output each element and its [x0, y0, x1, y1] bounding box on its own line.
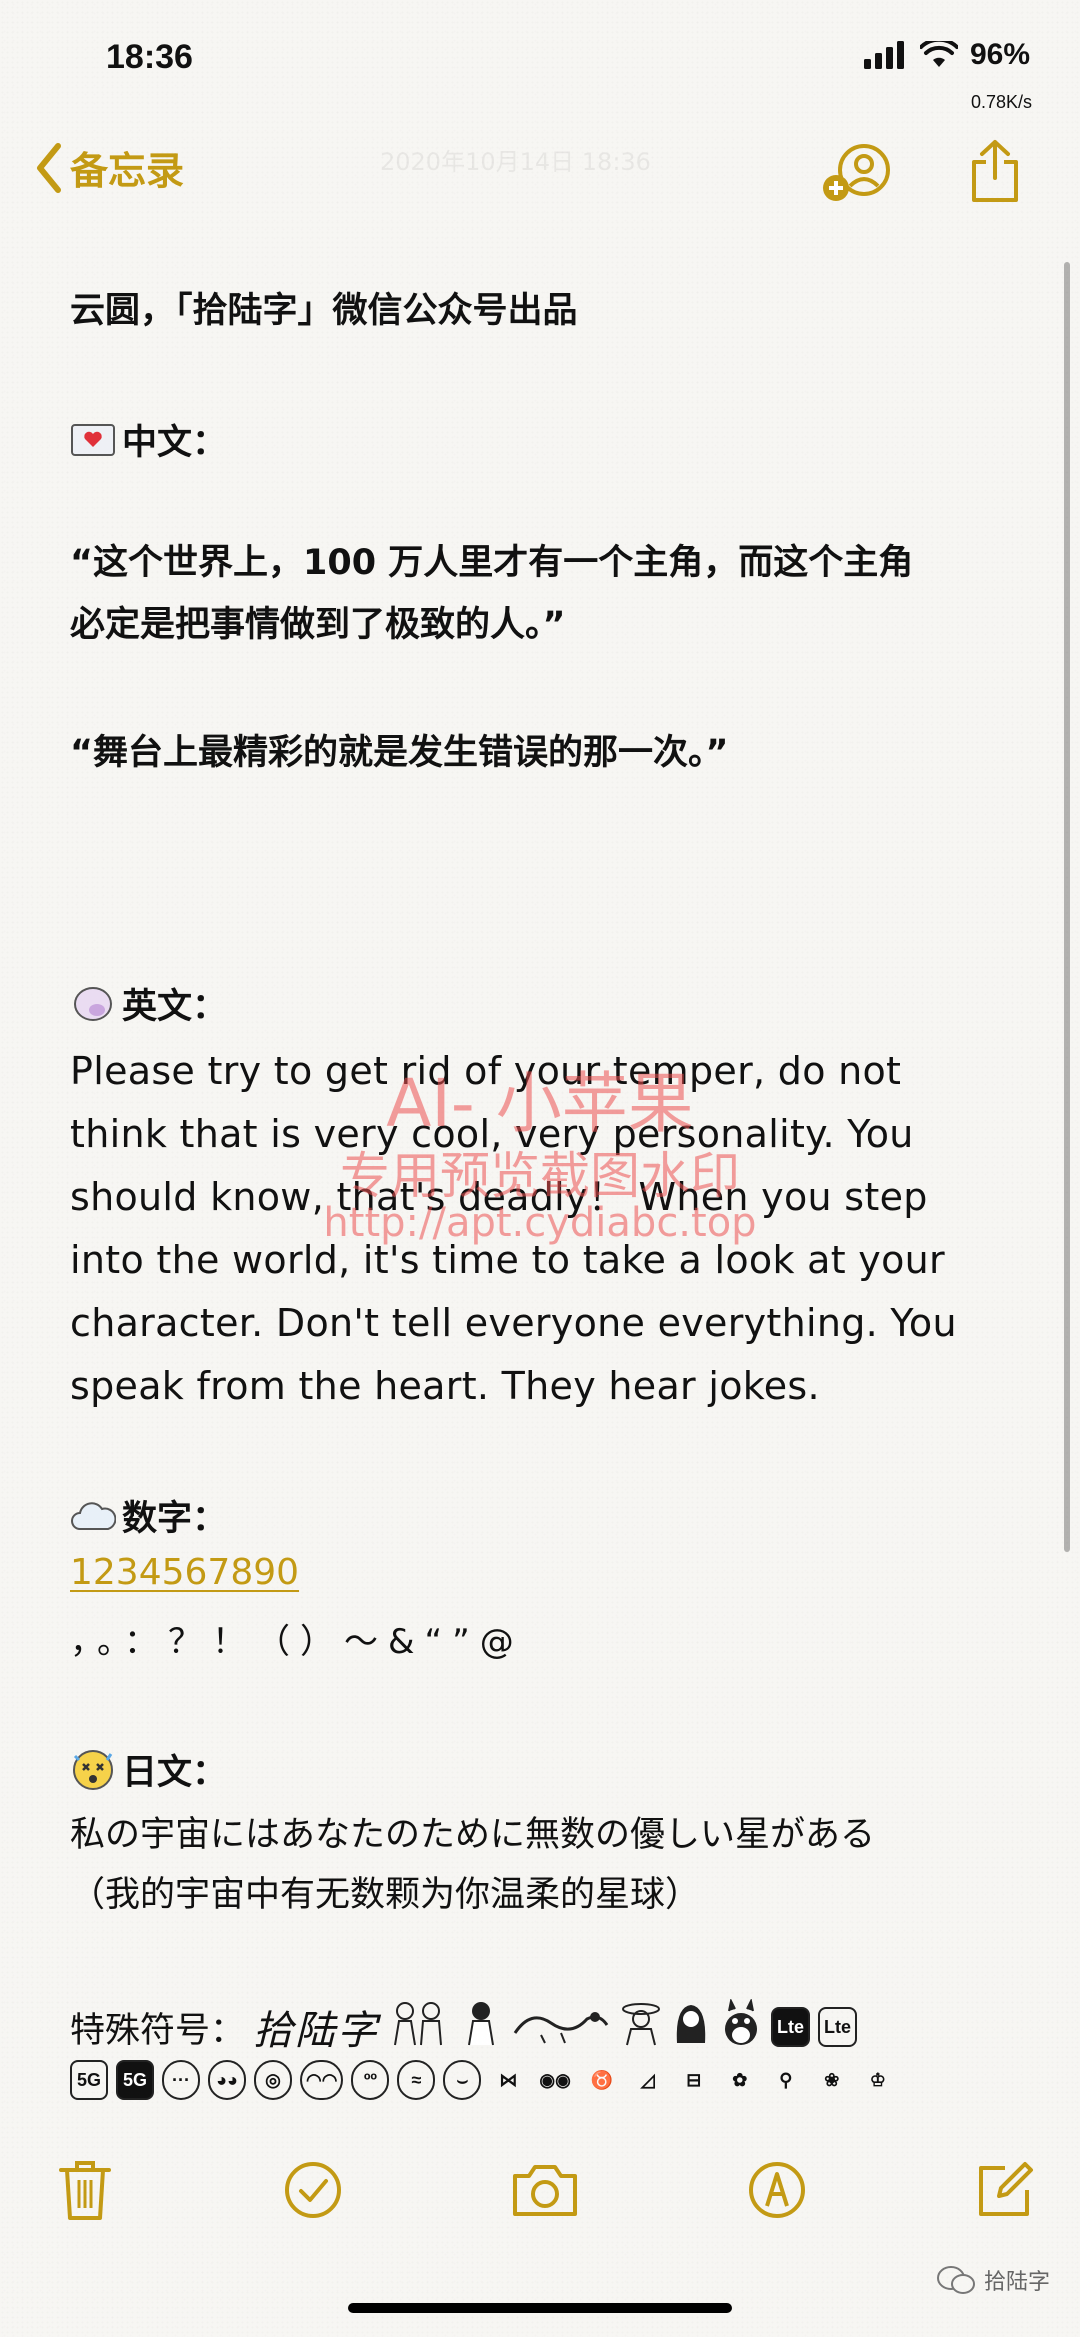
dragon-icon — [511, 1999, 611, 2056]
couple-icon — [387, 1999, 451, 2056]
digits-link[interactable]: 1234567890 — [70, 1552, 299, 1593]
mouse-icon: ♉ — [590, 2069, 614, 2090]
share-icon — [972, 140, 1018, 202]
zh-quote-1-line-2: 必定是把事情做到了极致的人。” — [70, 605, 566, 645]
markup-icon — [749, 2162, 805, 2218]
compose-button[interactable] — [970, 2155, 1040, 2225]
special-symbols-row-2: 5G 5G ··· ◕◕ ◎ ◠◠ ºº ≈ ⌣ ⋈ ◉◉ ♉ ◿ ⊟ ✿ ⚲ … — [70, 2060, 1010, 2100]
punctuation-row: ，。：？！（）～&“”@ — [70, 1622, 524, 1662]
watermark-url: http://apt.cydiabc.top — [323, 1200, 757, 1246]
wechat-icon — [936, 2266, 975, 2294]
farmer-icon — [619, 1999, 663, 2056]
5g-badge-dark: 5G — [116, 2060, 154, 2100]
digits-row: 1234567890 — [70, 1552, 1010, 1593]
english-line: character. Don't tell everyone everythin… — [70, 1301, 957, 1345]
slash-face-icon: ◿ — [640, 2069, 655, 2090]
crown-box-icon: ♔ — [869, 2069, 886, 2090]
section-japanese-label: 日文： — [122, 1753, 228, 1793]
section-chinese-header: 中文： — [70, 414, 1010, 465]
love-letter-icon — [70, 420, 116, 460]
watermark-subtitle: 专用预览截图水印 — [340, 1147, 740, 1205]
add-person-button[interactable] — [822, 140, 894, 208]
lte-badge-dark: Lte — [771, 2007, 811, 2047]
laugh-bubble-icon: ◠◠ — [300, 2060, 344, 2100]
share-button[interactable] — [966, 138, 1024, 208]
wifi-icon — [919, 41, 958, 67]
home-indicator[interactable] — [348, 2303, 732, 2313]
bow-icon: ⋈ — [499, 2069, 518, 2090]
flower-face-icon: ✿ — [732, 2069, 748, 2090]
section-english-label: 英文： — [122, 987, 228, 1027]
signal-icon — [863, 41, 904, 69]
compose-icon — [979, 2162, 1033, 2216]
section-numbers-header: 数字： — [70, 1490, 1010, 1541]
zh-quote-1-line-1: “这个世界上，100 万人里才有一个主角，而这个主角 — [70, 543, 914, 583]
swirl-bubble-icon: ◎ — [254, 2060, 292, 2100]
cloud-icon — [70, 1496, 116, 1536]
tongue-icon — [70, 984, 116, 1024]
section-chinese-label: 中文： — [122, 423, 228, 463]
trash-icon — [59, 2161, 111, 2220]
battery-percent: 96% — [969, 38, 1030, 71]
magnifier-face-icon: ⚲ — [779, 2069, 793, 2090]
section-japanese-header: 日文： — [70, 1744, 1010, 1795]
wechat-watermark: 拾陆字 — [936, 2264, 1050, 2296]
sweat-bubble-icon: ≈ — [397, 2060, 436, 2100]
long-hair-girl-icon — [671, 1999, 711, 2056]
5g-badge-outline: 5G — [70, 2060, 108, 2100]
signature-glyph: 拾陆字 — [253, 2008, 380, 2054]
wechat-label: 拾陆字 — [983, 2270, 1050, 2295]
lte-badge-outline: Lte — [818, 2007, 858, 2047]
totoro-icon — [719, 1997, 763, 2056]
note-title: 云圆，「拾陆字」微信公众号出品 — [70, 291, 578, 331]
net-speed: 0.78K/s — [970, 92, 1032, 112]
back-button[interactable]: 备忘录 — [34, 140, 184, 195]
dizzy-face-icon — [70, 1749, 116, 1790]
special-symbols-label: 特殊符号： — [70, 2010, 246, 2051]
checklist-button[interactable] — [278, 2155, 348, 2225]
status-indicators: 96% — [863, 38, 1030, 72]
lock-face-icon: ⊟ — [686, 2069, 702, 2090]
camera-button[interactable] — [510, 2155, 580, 2225]
special-symbols-row-1: 特殊符号： 拾陆字 Lte Lte — [70, 1997, 1010, 2056]
section-numbers-label: 数字： — [122, 1499, 228, 1539]
watermark-title: AI- 小苹果 — [386, 1065, 694, 1142]
cry-bubble-icon: ⌣ — [443, 2060, 482, 2100]
markup-button[interactable] — [742, 2155, 812, 2225]
add-person-icon — [823, 144, 890, 201]
pig-face-icon: ◕◕ — [208, 2060, 246, 2100]
english-line: speak from the heart. They hear jokes. — [70, 1364, 820, 1408]
pig-nose-icon: ºº — [351, 2060, 390, 2100]
girl-silhouette-icon — [459, 1999, 503, 2056]
status-time: 18:36 — [106, 38, 193, 76]
vertical-scrollbar[interactable] — [1064, 262, 1070, 1552]
section-english-header: 英文： — [70, 978, 1010, 1029]
back-label: 备忘录 — [70, 149, 185, 193]
checklist-icon — [285, 2162, 341, 2218]
note-date-ghost: 2020年10月14日 18:36 — [380, 148, 651, 176]
japanese-line: 私の宇宙にはあなたのために無数の優しい星がある — [70, 1815, 876, 1855]
fluffy-face-icon: ❀ — [824, 2069, 840, 2090]
glasses-icon: ◉◉ — [539, 2069, 571, 2090]
camera-icon — [513, 2165, 577, 2216]
delete-button[interactable] — [50, 2155, 120, 2225]
zh-quote-2: “舞台上最精彩的就是发生错误的那一次。” — [70, 733, 729, 773]
bottom-toolbar — [0, 2155, 1080, 2225]
chevron-left-icon — [37, 142, 61, 193]
japanese-translation: （我的宇宙中有无数颗为你温柔的星球） — [70, 1875, 701, 1915]
speech-bubble-icon: ··· — [162, 2060, 200, 2100]
